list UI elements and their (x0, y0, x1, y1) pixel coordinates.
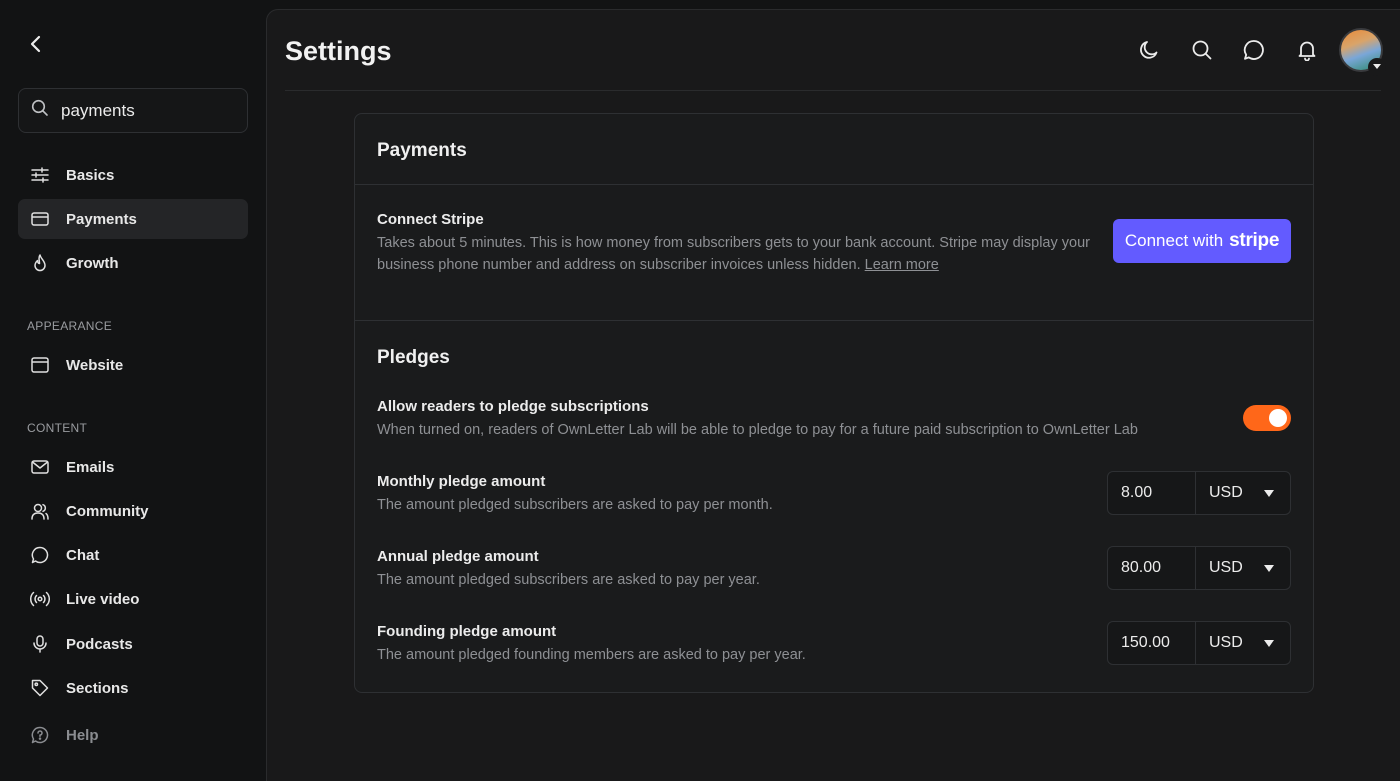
section-heading-content: CONTENT (27, 421, 88, 435)
connect-stripe-description: Takes about 5 minutes. This is how money… (377, 235, 1090, 273)
dark-mode-button[interactable] (1136, 37, 1162, 63)
allow-pledges-description: When turned on, readers of OwnLetter Lab… (377, 422, 1138, 438)
settings-card: Payments Connect Stripe Takes about 5 mi… (354, 113, 1314, 693)
sidebar-item-label: Payments (66, 210, 137, 228)
moon-icon (1140, 41, 1158, 59)
payments-header: Payments (355, 114, 1313, 185)
payments-title: Payments (377, 140, 467, 161)
founding-pledge-amount: USD (1107, 621, 1291, 665)
monthly-pledge-title: Monthly pledge amount (377, 473, 546, 490)
monthly-pledge-amount: USD (1107, 471, 1291, 515)
allow-pledges-title: Allow readers to pledge subscriptions (377, 398, 649, 415)
credit-card-icon (30, 209, 50, 229)
sidebar-item-sections[interactable]: Sections (18, 668, 248, 708)
sidebar-item-chat[interactable]: Chat (18, 535, 248, 575)
annual-pledge-title: Annual pledge amount (377, 548, 539, 565)
sidebar-item-basics[interactable]: Basics (18, 155, 248, 195)
founding-currency-select[interactable]: USD (1196, 622, 1290, 664)
sidebar-item-growth[interactable]: Growth (18, 243, 248, 283)
toggle-knob (1269, 409, 1287, 427)
monthly-currency-select[interactable]: USD (1196, 472, 1290, 514)
chat-bubble-icon (1243, 40, 1264, 60)
section-heading-appearance: APPEARANCE (27, 319, 113, 333)
sidebar-item-live-video[interactable]: Live video (18, 579, 248, 619)
sidebar-item-label: Website (66, 356, 124, 374)
sidebar-item-emails[interactable]: Emails (18, 447, 248, 487)
back-button[interactable] (24, 32, 48, 56)
annual-pledge-amount: USD (1107, 546, 1291, 590)
page-title: Settings (285, 36, 392, 66)
connect-stripe-button[interactable]: Connect with stripe (1113, 219, 1291, 263)
browser-window-icon (30, 355, 50, 375)
sidebar-item-label: Live video (66, 590, 140, 608)
annual-pledge-input[interactable] (1108, 547, 1196, 589)
chat-button[interactable] (1241, 37, 1267, 63)
search-button[interactable] (1189, 37, 1215, 63)
sidebar-item-label: Growth (66, 254, 119, 272)
monthly-pledge-description: The amount pledged subscribers are asked… (377, 497, 773, 513)
connect-stripe-title: Connect Stripe (377, 211, 484, 228)
annual-currency-select[interactable]: USD (1196, 547, 1290, 589)
search-input[interactable] (61, 100, 282, 121)
help-icon (30, 725, 50, 745)
pledges-title: Pledges (377, 347, 450, 368)
chevron-down-icon (1264, 489, 1274, 497)
bell-icon (1298, 41, 1316, 61)
sidebar-item-help[interactable]: Help (18, 715, 248, 755)
founding-pledge-title: Founding pledge amount (377, 623, 557, 640)
microphone-icon (30, 634, 50, 654)
stripe-logo: stripe (1229, 230, 1280, 251)
chevron-left-icon (30, 35, 41, 53)
sidebar-item-website[interactable]: Website (18, 345, 248, 385)
sidebar: Basics Payments Growth APPEARANCE Websit… (0, 0, 294, 781)
connect-stripe-section: Connect Stripe Takes about 5 minutes. Th… (355, 185, 1313, 321)
search-icon (1192, 40, 1212, 60)
sidebar-item-community[interactable]: Community (18, 491, 248, 531)
annual-pledge-description: The amount pledged subscribers are asked… (377, 572, 760, 588)
notifications-button[interactable] (1294, 37, 1320, 63)
sidebar-item-label: Chat (66, 546, 100, 564)
sidebar-item-payments[interactable]: Payments (18, 199, 248, 239)
settings-search (18, 88, 294, 133)
sidebar-item-label: Sections (66, 679, 129, 697)
sidebar-item-label: Emails (66, 458, 115, 476)
chevron-down-icon (1264, 639, 1274, 647)
flame-icon (30, 253, 50, 273)
mail-icon (30, 457, 50, 477)
monthly-pledge-input[interactable] (1108, 472, 1196, 514)
chevron-down-icon (1264, 564, 1274, 572)
chevron-down-icon[interactable] (1368, 58, 1386, 76)
founding-pledge-description: The amount pledged founding members are … (377, 647, 806, 663)
broadcast-icon (30, 589, 50, 609)
sidebar-item-label: Basics (66, 166, 115, 184)
sidebar-item-label: Community (66, 502, 149, 520)
tag-icon (30, 678, 50, 698)
search-icon (31, 99, 49, 122)
main-panel: Settings Payments Connect Stripe Takes a… (266, 9, 1400, 781)
allow-pledges-toggle[interactable] (1243, 405, 1291, 431)
chat-bubble-icon (30, 545, 50, 565)
header-divider (285, 90, 1381, 91)
sidebar-item-label: Help (66, 726, 99, 744)
sliders-icon (30, 165, 50, 185)
founding-pledge-input[interactable] (1108, 622, 1196, 664)
sidebar-item-label: Podcasts (66, 635, 133, 653)
users-icon (30, 501, 50, 521)
sidebar-item-podcasts[interactable]: Podcasts (18, 624, 248, 664)
learn-more-link[interactable]: Learn more (865, 257, 939, 273)
